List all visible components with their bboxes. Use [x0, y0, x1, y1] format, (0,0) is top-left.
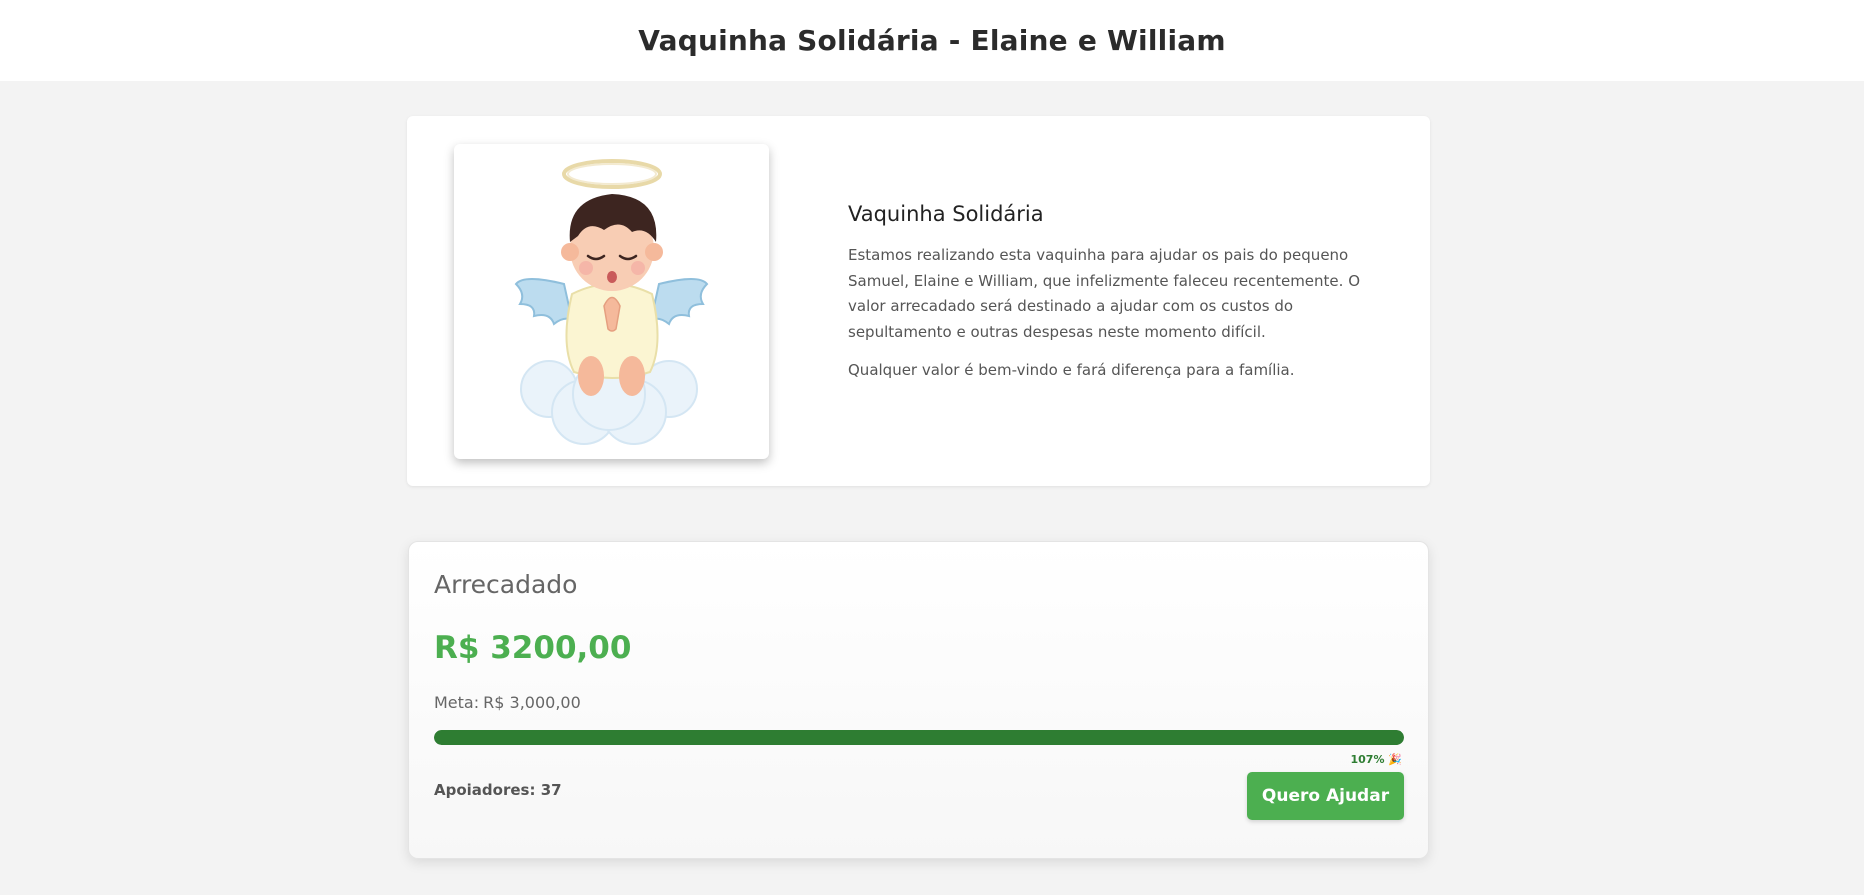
- intro-card: Vaquinha Solidária Estamos realizando es…: [407, 116, 1430, 486]
- progress-fill: [434, 730, 1404, 745]
- page-header: Vaquinha Solidária - Elaine e William: [0, 0, 1864, 81]
- angel-baby-image: [454, 144, 769, 459]
- funds-title: Arrecadado: [434, 570, 578, 599]
- raised-amount: R$ 3200,00: [434, 630, 632, 666]
- goal-label: Meta:: [434, 693, 480, 712]
- intro-paragraph: Qualquer valor é bem-vindo e fará difere…: [848, 361, 1295, 379]
- goal-value: R$ 3,000,00: [483, 693, 581, 712]
- goal-text: Meta: R$ 3,000,00: [434, 693, 581, 712]
- supporters-label: Apoiadores:: [434, 781, 536, 799]
- intro-paragraph: Estamos realizando esta vaquinha para aj…: [848, 246, 1360, 341]
- angel-baby-illustration: [514, 159, 709, 445]
- page-title: Vaquinha Solidária - Elaine e William: [638, 24, 1226, 57]
- fundraising-card: Arrecadado R$ 3200,00 Meta: R$ 3,000,00 1…: [408, 541, 1429, 859]
- supporters-count: Apoiadores: 37: [434, 781, 562, 799]
- supporters-number: 37: [540, 781, 562, 799]
- progress-bar: [434, 730, 1404, 745]
- progress-percent: 107% 🎉: [1350, 753, 1402, 766]
- help-button[interactable]: Quero Ajudar: [1247, 772, 1404, 820]
- intro-text: Vaquinha Solidária Estamos realizando es…: [848, 202, 1388, 397]
- intro-heading: Vaquinha Solidária: [848, 202, 1044, 226]
